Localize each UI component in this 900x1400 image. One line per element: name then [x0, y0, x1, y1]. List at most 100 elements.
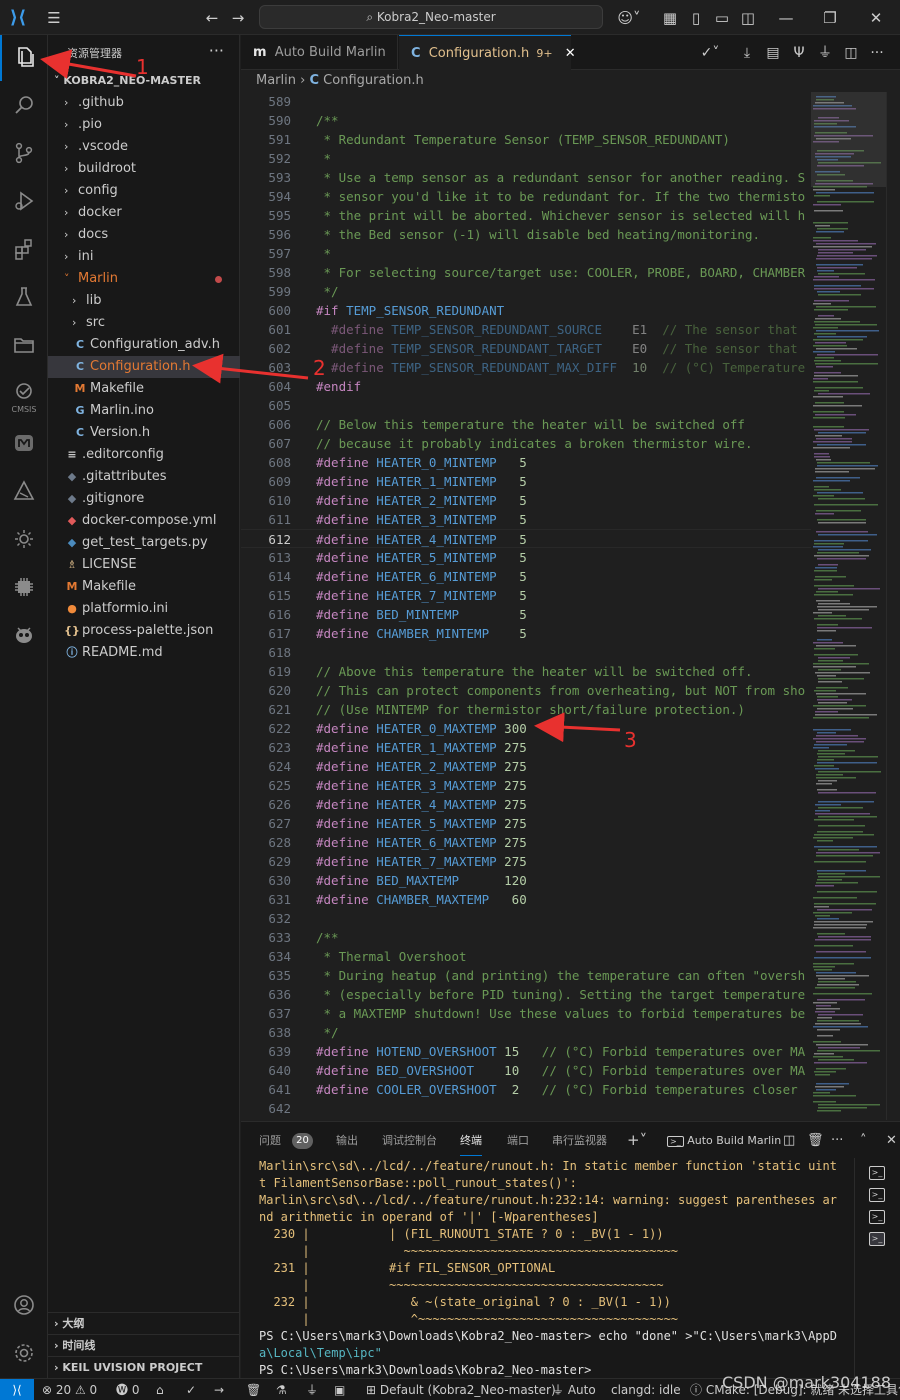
run-debug-icon[interactable]: [0, 179, 48, 225]
trash-icon[interactable]: 🗑: [246, 1379, 261, 1400]
terminal-instance-icon[interactable]: >_: [869, 1210, 885, 1224]
panel-tab-ports[interactable]: 端口: [507, 1122, 529, 1157]
tree-folder[interactable]: › config: [48, 180, 240, 202]
layout-customize-icon[interactable]: ▦: [660, 8, 680, 28]
tree-file[interactable]: {} process-palette.json: [48, 620, 240, 642]
keil-project-section[interactable]: › KEIL UVISION PROJECT: [48, 1356, 240, 1378]
tree-file[interactable]: ≡ .editorconfig: [48, 444, 240, 466]
tab-configuration-h[interactable]: C Configuration.h 9+ ✕: [399, 35, 576, 70]
command-center-search[interactable]: ⌕ Kobra2_Neo-master: [259, 5, 603, 29]
restore-icon[interactable]: ❐: [820, 8, 840, 28]
tree-folder[interactable]: › .pio: [48, 114, 240, 136]
tree-folder[interactable]: ˅ Marlin: [48, 268, 240, 290]
check-icon[interactable]: ✓˅: [696, 44, 724, 62]
tree-folder[interactable]: › src: [48, 312, 240, 334]
tree-file[interactable]: ◆ .gitattributes: [48, 466, 240, 488]
tree-folder[interactable]: › docs: [48, 224, 240, 246]
tab-auto-build-marlin[interactable]: m Auto Build Marlin: [241, 35, 398, 70]
copilot-icon[interactable]: ☺˅: [614, 8, 644, 28]
chip-icon[interactable]: [0, 565, 48, 611]
minimize-icon[interactable]: —: [776, 8, 796, 28]
platformio-alien-icon[interactable]: [0, 613, 48, 659]
tree-folder[interactable]: › .vscode: [48, 136, 240, 158]
toggle-sidebar-icon[interactable]: ▯: [686, 8, 706, 28]
panel-tab-terminal[interactable]: 终端: [460, 1122, 482, 1156]
panel-tab-output[interactable]: 输出: [336, 1122, 358, 1157]
trident-icon[interactable]: Ψ: [790, 44, 808, 62]
clangd-status[interactable]: clangd: idle: [611, 1379, 681, 1400]
tree-folder[interactable]: › ini: [48, 246, 240, 268]
tree-file[interactable]: ● platformio.ini: [48, 598, 240, 620]
account-icon[interactable]: [0, 1283, 48, 1329]
home-icon[interactable]: ⌂: [156, 1379, 164, 1400]
outline-section[interactable]: › 大纲: [48, 1312, 240, 1334]
testing-flask-icon[interactable]: [0, 275, 48, 321]
explorer-icon[interactable]: [0, 35, 48, 81]
maximize-panel-icon[interactable]: ˄: [860, 1122, 867, 1157]
tree-file[interactable]: C Configuration.h: [48, 356, 240, 378]
timeline-section[interactable]: › 时间线: [48, 1334, 240, 1356]
toggle-panel-icon[interactable]: ▭: [712, 8, 732, 28]
close-window-icon[interactable]: ✕: [866, 8, 886, 28]
more-actions-icon[interactable]: ···: [209, 41, 224, 60]
tree-file[interactable]: M Makefile: [48, 378, 240, 400]
cmsis-icon[interactable]: CMSIS: [0, 371, 48, 421]
settings-gear-icon[interactable]: [0, 1331, 48, 1377]
remote-indicator-icon[interactable]: ⟩⟨: [0, 1379, 34, 1400]
close-panel-icon[interactable]: ✕: [886, 1122, 897, 1157]
terminal-instance-icon[interactable]: >_: [869, 1232, 885, 1246]
split-editor-icon[interactable]: ◫: [842, 44, 860, 62]
folder-icon[interactable]: [0, 323, 48, 369]
forward-arrow-icon[interactable]: →: [228, 8, 248, 28]
tree-file[interactable]: M Makefile: [48, 576, 240, 598]
new-terminal-icon[interactable]: +˅: [627, 1122, 647, 1157]
editor-scrollbar[interactable]: [886, 92, 900, 1120]
close-tab-icon[interactable]: ✕: [565, 46, 576, 61]
panel-tab-serial-monitor[interactable]: 串行监视器: [552, 1122, 607, 1157]
tree-file[interactable]: C Version.h: [48, 422, 240, 444]
tree-folder[interactable]: › .github: [48, 92, 240, 114]
extensions-icon[interactable]: [0, 227, 48, 273]
problems-status[interactable]: ⊗ 20 ⚠ 0: [42, 1379, 97, 1400]
tree-file[interactable]: ◆ .gitignore: [48, 488, 240, 510]
breadcrumb-folder[interactable]: Marlin: [256, 73, 296, 88]
tree-folder[interactable]: › docker: [48, 202, 240, 224]
code-editor[interactable]: 589 590 /** 591 * Redundant Temperature Sen…: [241, 92, 811, 1120]
auto-status[interactable]: ⏚ Auto: [552, 1379, 596, 1400]
search-icon[interactable]: [0, 83, 48, 129]
more-actions-icon[interactable]: ···: [868, 44, 886, 62]
platformio-marlin-icon[interactable]: [0, 421, 48, 467]
tree-file[interactable]: ◆ get_test_targets.py: [48, 532, 240, 554]
plug-icon[interactable]: ⏚: [816, 44, 834, 62]
terminal-instance-icon[interactable]: >_: [869, 1188, 885, 1202]
project-env-status[interactable]: ⊞ Default (Kobra2_Neo-master): [366, 1379, 556, 1400]
panel-tab-problems[interactable]: 问题: [259, 1122, 281, 1157]
tree-file[interactable]: ◆ docker-compose.yml: [48, 510, 240, 532]
terminal-run-icon[interactable]: ▤: [764, 44, 782, 62]
source-control-icon[interactable]: [0, 131, 48, 177]
tree-file[interactable]: G Marlin.ino: [48, 400, 240, 422]
back-arrow-icon[interactable]: ←: [202, 8, 222, 28]
terminal-instance-icon[interactable]: >_: [869, 1166, 885, 1180]
flask-icon[interactable]: ⚗: [276, 1379, 287, 1400]
download-icon[interactable]: ⤓: [738, 44, 756, 62]
breadcrumb-file[interactable]: Configuration.h: [323, 73, 424, 88]
terminal-icon[interactable]: ▣: [334, 1379, 345, 1400]
tree-file[interactable]: ♗ LICENSE: [48, 554, 240, 576]
panel-tab-debug-console[interactable]: 调试控制台: [382, 1122, 437, 1157]
plug-icon[interactable]: ⏚: [306, 1379, 318, 1400]
more-actions-icon[interactable]: ···: [831, 1122, 843, 1157]
build-check-icon[interactable]: ✓: [186, 1379, 196, 1400]
tree-folder[interactable]: › lib: [48, 290, 240, 312]
gear-sparkle-icon[interactable]: [0, 517, 48, 563]
split-terminal-icon[interactable]: ◫: [783, 1122, 795, 1157]
toggle-secondary-sidebar-icon[interactable]: ◫: [738, 8, 758, 28]
remote-explorer-icon[interactable]: [0, 469, 48, 515]
ports-status[interactable]: 🅦 0: [116, 1379, 139, 1400]
minimap[interactable]: [811, 92, 886, 1120]
upload-arrow-icon[interactable]: →: [214, 1379, 224, 1400]
minimap-slider[interactable]: [811, 92, 886, 187]
tree-file[interactable]: C Configuration_adv.h: [48, 334, 240, 356]
trash-icon[interactable]: 🗑: [807, 1122, 824, 1157]
terminal-selector[interactable]: >_ Auto Build Marlin: [667, 1122, 781, 1157]
